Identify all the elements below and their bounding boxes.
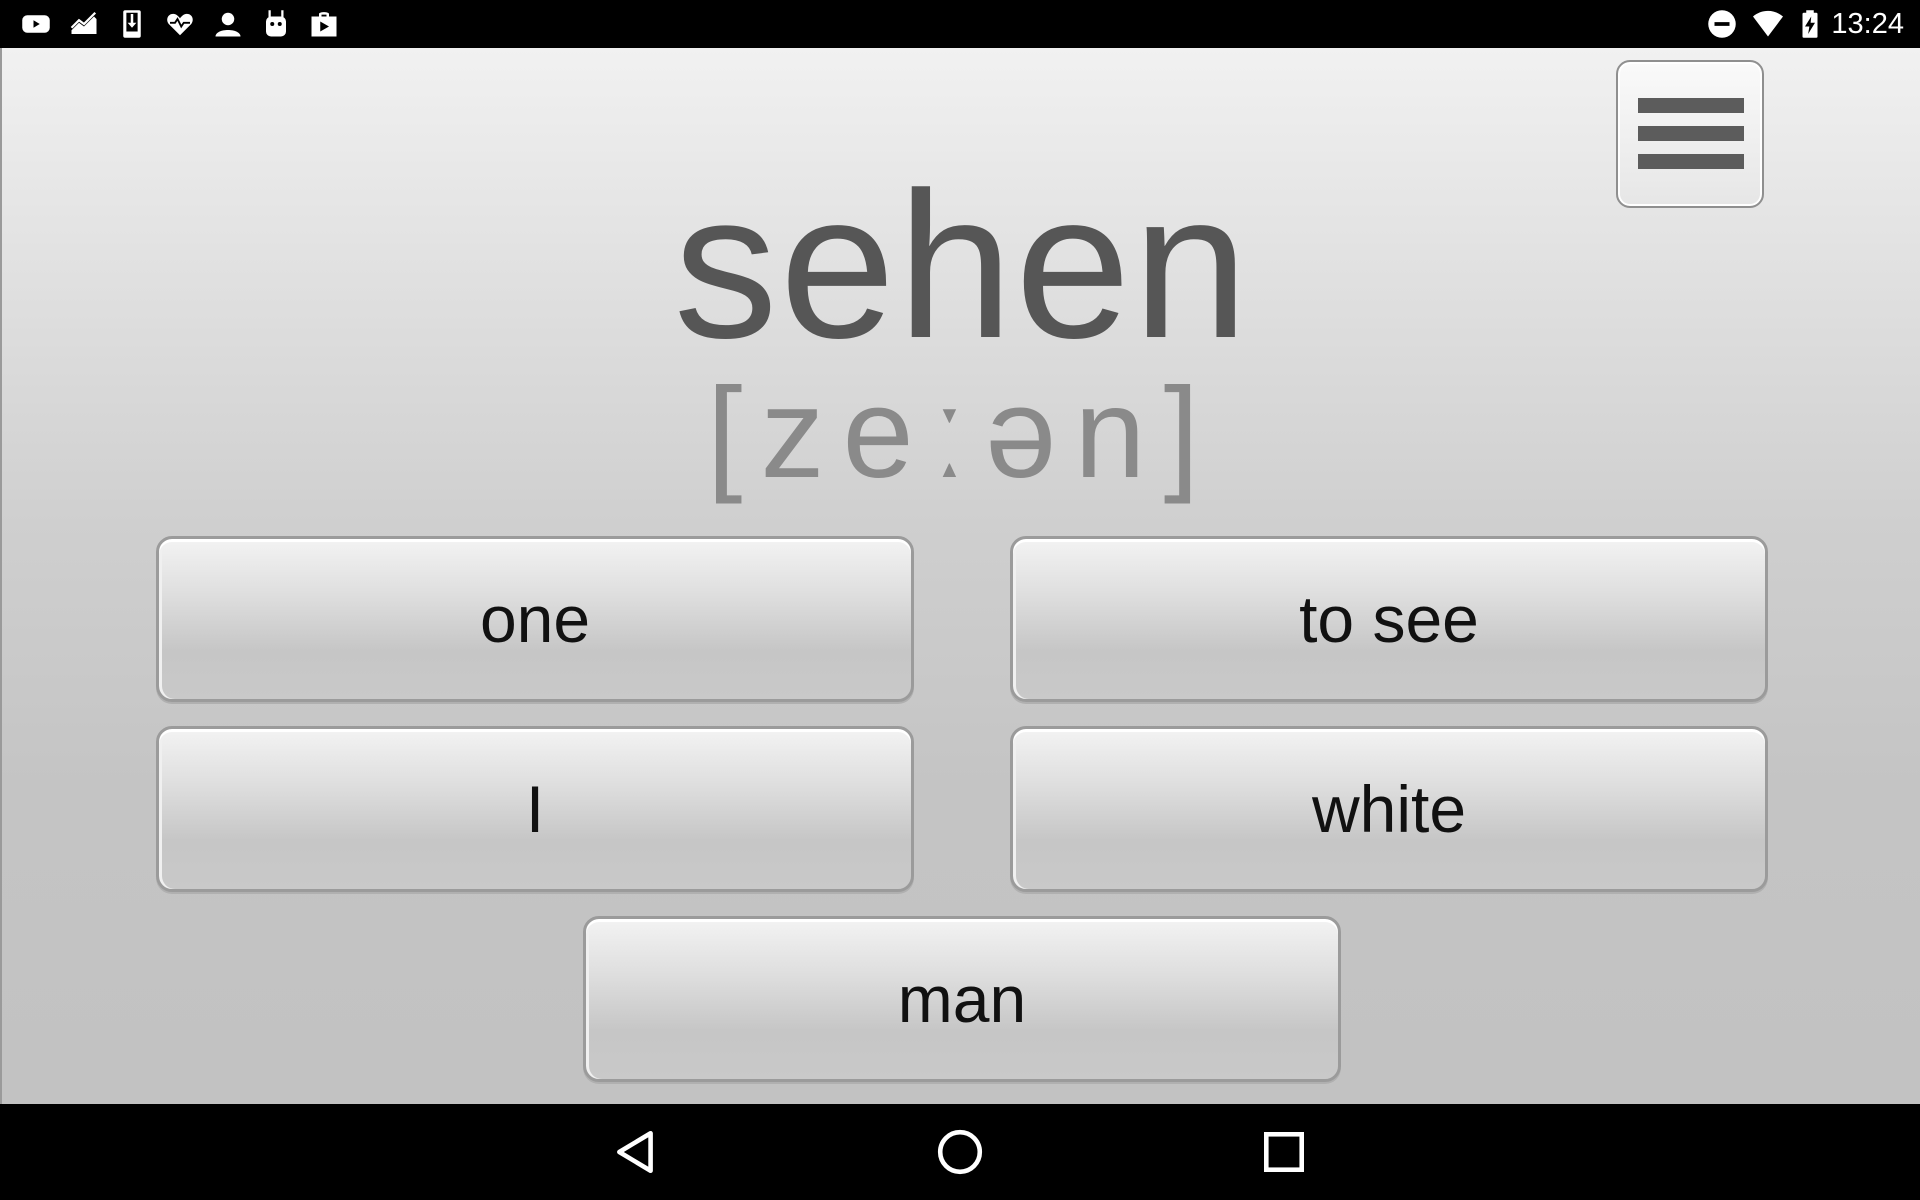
answer-button-i[interactable]: I <box>156 726 914 892</box>
recents-button[interactable] <box>1256 1124 1312 1180</box>
download-icon <box>116 8 148 40</box>
account-icon <box>212 8 244 40</box>
hamburger-icon-bar <box>1638 126 1744 141</box>
answer-button-to-see[interactable]: to see <box>1010 536 1768 702</box>
answer-button-man[interactable]: man <box>583 916 1341 1082</box>
pronunciation: [zeːən] <box>706 362 1218 505</box>
android-icon <box>260 8 292 40</box>
battery-charging-icon <box>1794 8 1826 40</box>
chart-icon <box>68 8 100 40</box>
recents-icon <box>1264 1132 1304 1172</box>
back-icon <box>617 1130 653 1174</box>
clock: 13:24 <box>1831 8 1904 40</box>
quiz-word: sehen <box>673 150 1251 382</box>
navigation-bar <box>0 1104 1920 1200</box>
store-icon <box>308 8 340 40</box>
status-bar: 13:24 <box>0 0 1920 48</box>
home-icon <box>937 1129 983 1175</box>
home-button[interactable] <box>932 1124 988 1180</box>
do-not-disturb-icon <box>1706 8 1738 40</box>
quiz-screen: sehen [zeːən] one to see I white man <box>0 48 1920 1104</box>
heart-icon <box>164 8 196 40</box>
wifi-icon <box>1752 8 1784 40</box>
back-button[interactable] <box>608 1124 664 1180</box>
answer-button-white[interactable]: white <box>1010 726 1768 892</box>
hamburger-icon <box>1638 98 1744 113</box>
answer-button-one[interactable]: one <box>156 536 914 702</box>
youtube-icon <box>20 8 52 40</box>
